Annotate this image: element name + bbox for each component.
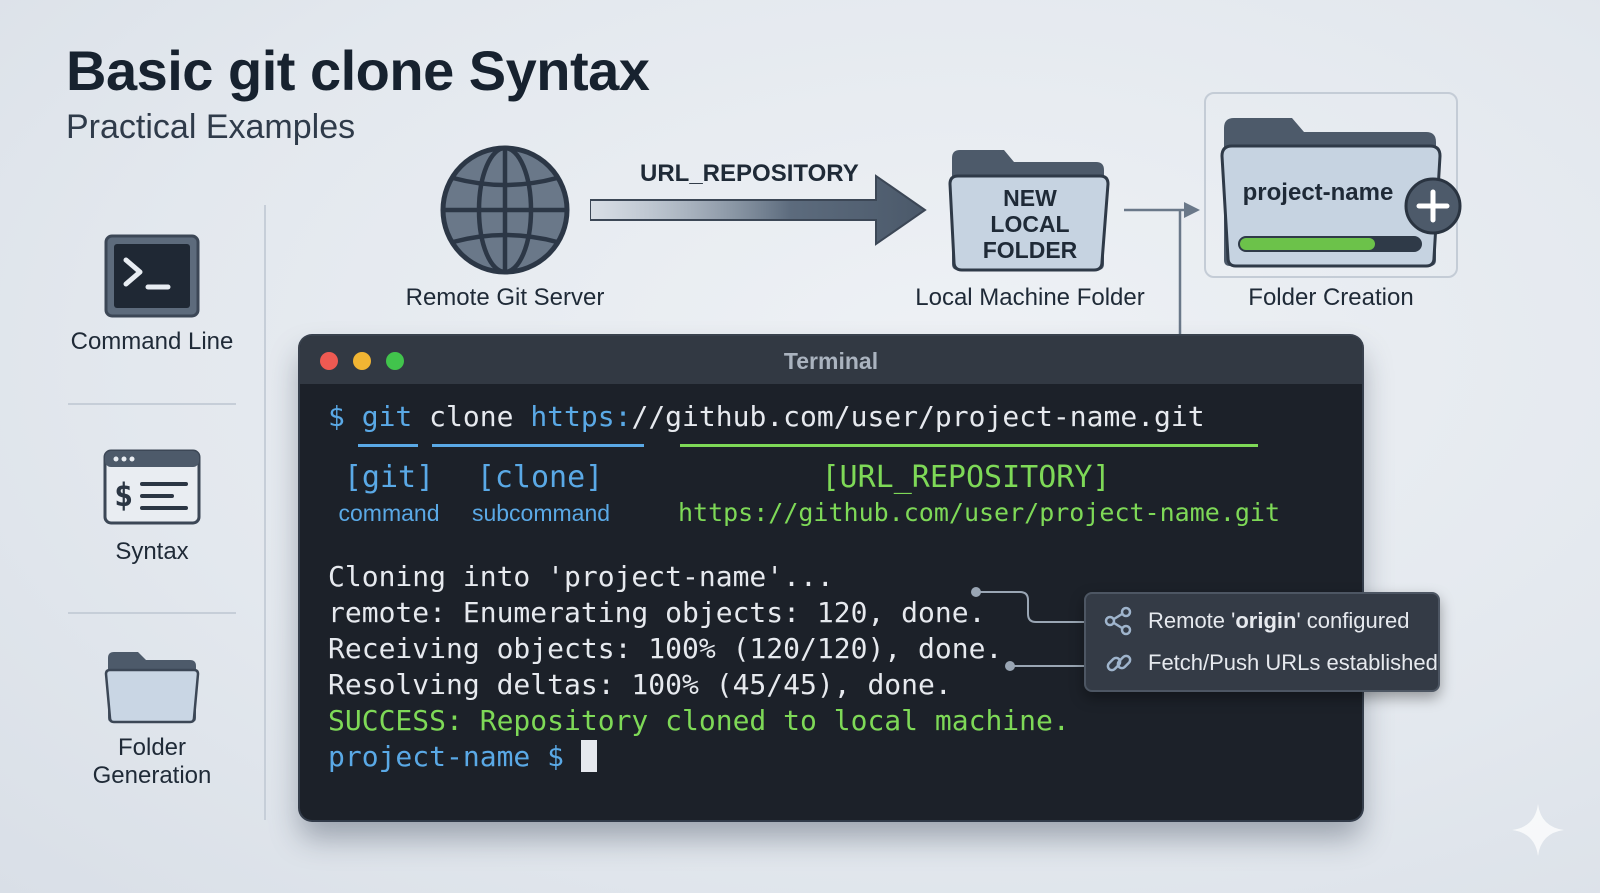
share-icon [1104,606,1132,636]
tooltip-row-origin: Remote ' origin ' configured [1104,606,1410,636]
progress-fill [1240,238,1375,250]
page-title: Basic git clone Syntax [66,39,650,102]
git-underline [358,444,418,447]
output-line: Receiving objects: 100% (120/120), done. [328,632,1003,665]
sidebar-divider-vertical [264,205,266,820]
annotation-url-desc: https://github.com/user/project-name.git [677,498,1281,527]
server-label: Remote Git Server [405,284,605,311]
url-underline [680,444,1258,447]
tooltip-text-bold: origin [1235,608,1297,633]
terminal-icon [104,234,200,318]
sidebar-divider [68,403,236,405]
annotation-git-tag: [git] [343,460,435,495]
sidebar-item-label: Generation [92,762,212,789]
terminal-title: Terminal [783,348,879,374]
url-rest: //github.com/user/project-name.git [631,400,1205,433]
tooltip-row-urls: Fetch/Push URLs established [1104,648,1438,678]
folder-text-line: FOLDER [983,237,1078,263]
output-line: remote: Enumerating objects: 120, done. [328,596,986,629]
clone-underline [432,444,644,447]
final-prompt: project-name $ [328,740,565,773]
clone-arrow [590,174,927,246]
folder-creation-label: Folder Creation [1248,284,1414,311]
folder-text-line: LOCAL [990,211,1069,237]
command-git: git [361,400,413,433]
annotation-clone-tag: [clone] [476,460,604,495]
folder-icon [104,652,200,724]
syntax-window-icon: $ [103,449,201,525]
output-line: Cloning into 'project-name'... [328,560,834,593]
project-folder-name: project-name [1243,179,1394,206]
plus-icon[interactable] [1403,176,1463,236]
success-line: SUCCESS: Repository cloned to local mach… [328,704,1070,737]
final-prompt-line: project-name $ [328,740,597,773]
url-scheme: https: [530,400,632,433]
sidebar-item-syntax[interactable]: $ Syntax [62,448,242,566]
sidebar-item-label: Syntax [115,538,189,565]
annotation-url-tag: [URL_REPOSITORY] [821,460,1111,495]
sidebar-item-command-line[interactable]: Command Line [62,232,242,356]
remote-info-tooltip: Remote ' origin ' configured Fetch/Push UR… [1084,592,1440,692]
sidebar-item-folder-generation[interactable]: Folder Generation [62,648,242,790]
link-icon [1106,654,1132,672]
globe-icon [440,145,570,275]
terminal-title-bar: Terminal [300,336,1362,384]
folder-text-line: NEW [1003,185,1057,211]
page-subtitle: Practical Examples [66,108,356,146]
sidebar-item-label: Folder [117,734,187,761]
sidebar-divider [68,612,236,614]
tooltip-connectors [971,587,1086,671]
prompt-symbol: $ [328,400,345,433]
sparkle-icon [1512,804,1564,856]
sidebar-item-label: Command Line [70,328,234,355]
annotation-git-desc: command [338,500,440,526]
cursor [580,740,597,772]
annotation-clone-desc: subcommand [471,500,611,526]
command-clone: clone [429,400,514,433]
output-line: Resolving deltas: 100% (45/45), done. [328,668,952,701]
local-folder-label: Local Machine Folder [915,284,1145,311]
svg-text:$: $ [114,476,133,514]
command-line: $ git clone https://github.com/user/proj… [328,400,1205,433]
tooltip-text-suffix: ' configured [1296,608,1410,633]
terminal-window[interactable]: Terminal $ git clone https://github.com/… [300,336,1362,820]
tooltip-text-prefix: Remote ' [1148,608,1236,633]
tooltip-text-urls: Fetch/Push URLs established [1148,650,1438,675]
new-local-folder-icon: NEW LOCAL FOLDER [948,150,1110,272]
